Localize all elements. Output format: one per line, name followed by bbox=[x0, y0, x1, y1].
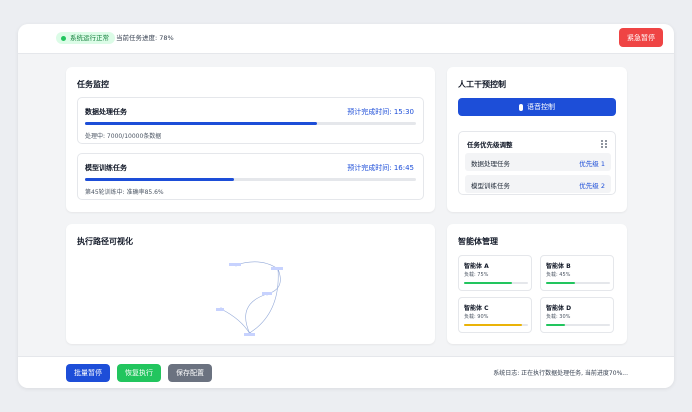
task-progress-fill bbox=[85, 122, 317, 125]
execution-path-panel: 执行路径可视化 bbox=[66, 224, 435, 344]
priority-row-value: 优先级 2 bbox=[579, 182, 605, 190]
bottom-action-bar: 批量暂停 恢复执行 保存配置 系统日志: 正在执行数据处理任务, 当前进度70%… bbox=[18, 356, 674, 388]
current-progress-text: 当前任务进度: 78% bbox=[116, 34, 174, 42]
execution-path-graph bbox=[216, 261, 283, 336]
agent-load-bar bbox=[464, 282, 528, 284]
priority-row-label: 模型训练任务 bbox=[471, 182, 510, 190]
system-log-text: 系统日志: 正在执行数据处理任务, 当前进度70%... bbox=[493, 370, 628, 377]
agent-load-fill bbox=[546, 282, 575, 284]
agent-load-bar bbox=[546, 324, 610, 326]
agent-load-label: 负载: 90% bbox=[464, 314, 489, 320]
task-eta: 预计完成时间: 16:45 bbox=[347, 164, 414, 172]
agent-load-label: 负载: 30% bbox=[546, 314, 571, 320]
task-card-data-processing[interactable]: 数据处理任务 预计完成时间: 15:30 处理中: 7000/10000条数据 bbox=[77, 97, 424, 144]
agent-card-c[interactable]: 智能体 C 负载: 90% bbox=[458, 297, 532, 333]
task-card-model-training[interactable]: 模型训练任务 预计完成时间: 16:45 第45轮训练中: 准确率85.6% bbox=[77, 153, 424, 200]
agent-load-fill bbox=[546, 324, 566, 326]
agent-management-panel: 智能体管理 智能体 A 负载: 75% 智能体 B 负载: 45% 智能体 C … bbox=[447, 224, 627, 344]
priority-row-data-processing[interactable]: 数据处理任务 优先级 1 bbox=[465, 153, 611, 171]
task-eta: 预计完成时间: 15:30 bbox=[347, 108, 414, 116]
graph-node-tag bbox=[216, 308, 224, 311]
agent-load-bar bbox=[546, 282, 610, 284]
task-progress-bar bbox=[85, 122, 416, 125]
task-name: 数据处理任务 bbox=[85, 108, 127, 116]
agent-load-label: 负载: 45% bbox=[546, 272, 571, 278]
save-config-button[interactable]: 保存配置 bbox=[168, 364, 212, 382]
batch-pause-button[interactable]: 批量暂停 bbox=[66, 364, 110, 382]
microphone-icon bbox=[519, 103, 523, 111]
agent-name: 智能体 D bbox=[546, 305, 572, 312]
graph-node-tag bbox=[271, 267, 283, 270]
graph-node-tag bbox=[244, 333, 255, 336]
agent-load-bar bbox=[464, 324, 528, 326]
agent-name: 智能体 C bbox=[464, 305, 489, 312]
system-status-badge: 系统运行正常 bbox=[56, 32, 115, 44]
emergency-stop-button[interactable]: 紧急暂停 bbox=[619, 28, 663, 47]
priority-adjust-box: 任务优先级调整 数据处理任务 优先级 1 模型训练任务 优先级 2 bbox=[458, 131, 616, 195]
agent-card-b[interactable]: 智能体 B 负载: 45% bbox=[540, 255, 614, 291]
agent-name: 智能体 B bbox=[546, 263, 571, 270]
graph-node-tag bbox=[262, 292, 272, 295]
task-progress-fill bbox=[85, 178, 234, 181]
agent-card-a[interactable]: 智能体 A 负载: 75% bbox=[458, 255, 532, 291]
app-window: 系统运行正常 当前任务进度: 78% 紧急暂停 任务监控 数据处理任务 预计完成… bbox=[18, 24, 674, 388]
task-detail: 第45轮训练中: 准确率85.6% bbox=[85, 189, 164, 196]
system-status-label: 系统运行正常 bbox=[70, 34, 109, 42]
voice-control-button[interactable]: 语音控制 bbox=[458, 98, 616, 116]
task-monitor-title: 任务监控 bbox=[77, 80, 109, 89]
priority-row-model-training[interactable]: 模型训练任务 优先级 2 bbox=[465, 175, 611, 193]
priority-row-value: 优先级 1 bbox=[579, 160, 605, 168]
voice-control-label: 语音控制 bbox=[527, 103, 555, 111]
priority-row-label: 数据处理任务 bbox=[471, 160, 510, 168]
top-status-bar: 系统运行正常 当前任务进度: 78% 紧急暂停 bbox=[18, 24, 674, 54]
priority-adjust-title: 任务优先级调整 bbox=[467, 141, 513, 149]
agent-card-d[interactable]: 智能体 D 负载: 30% bbox=[540, 297, 614, 333]
task-name: 模型训练任务 bbox=[85, 164, 127, 172]
manual-control-panel: 人工干预控制 语音控制 任务优先级调整 数据处理任务 优先级 1 模型训练任务 … bbox=[447, 67, 627, 212]
task-monitor-panel: 任务监控 数据处理任务 预计完成时间: 15:30 处理中: 7000/1000… bbox=[66, 67, 435, 212]
graph-node-tag bbox=[229, 263, 241, 266]
graph-edge bbox=[220, 308, 251, 335]
status-dot-icon bbox=[61, 35, 66, 41]
task-detail: 处理中: 7000/10000条数据 bbox=[85, 133, 162, 140]
agent-load-fill bbox=[464, 282, 512, 284]
agent-management-title: 智能体管理 bbox=[458, 237, 498, 246]
manual-control-title: 人工干预控制 bbox=[458, 80, 506, 89]
task-progress-bar bbox=[85, 178, 416, 181]
agent-name: 智能体 A bbox=[464, 263, 489, 270]
drag-handle-icon[interactable] bbox=[601, 140, 607, 148]
agent-load-fill bbox=[464, 324, 522, 326]
resume-execution-button[interactable]: 恢复执行 bbox=[117, 364, 161, 382]
agent-load-label: 负载: 75% bbox=[464, 272, 489, 278]
